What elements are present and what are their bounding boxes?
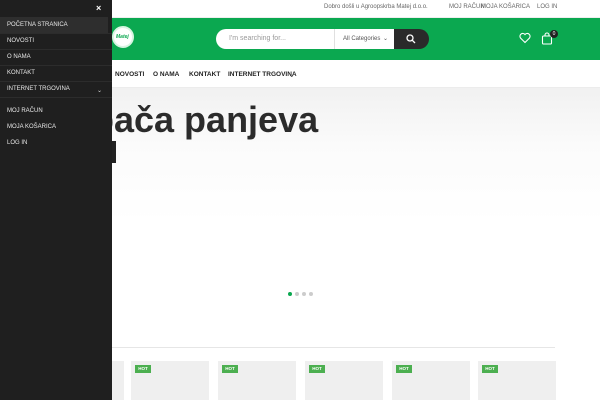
cart-count-badge: 0 [550, 30, 558, 38]
chevron-down-icon[interactable]: ⌄ [97, 87, 102, 94]
nav-item-o-nama[interactable]: O NAMA [153, 71, 179, 78]
nav-item-novosti[interactable]: NOVOSTI [115, 71, 144, 78]
top-link-login[interactable]: LOG IN [537, 4, 557, 10]
search-bar: I'm searching for... All Categories ⌄ [216, 29, 429, 49]
welcome-text: Dobro došli u Agroopskrba Matej d.o.o. [324, 4, 428, 10]
drawer-item-novosti[interactable]: NOVOSTI [0, 33, 108, 49]
hot-badge: HOT [396, 365, 412, 373]
close-icon[interactable]: × [96, 3, 101, 13]
section-divider [112, 347, 555, 348]
slider-dot-active[interactable] [288, 292, 292, 296]
hot-badge: HOT [482, 365, 498, 373]
site-logo[interactable]: Matej [112, 26, 134, 48]
drawer-item-moj-racun[interactable]: MOJ RAČUN [0, 103, 108, 119]
hot-badge: HOT [222, 365, 238, 373]
chevron-down-icon: ⌄ [289, 72, 295, 79]
search-input[interactable]: I'm searching for... [216, 29, 334, 49]
top-link-my-cart[interactable]: MOJA KOŠARICA [481, 4, 530, 10]
search-button[interactable] [394, 29, 429, 49]
nav-item-kontakt[interactable]: KONTAKT [189, 71, 220, 78]
drawer-item-kontakt[interactable]: KONTAKT [0, 65, 108, 81]
drawer-item-pocetna[interactable]: POČETNA STRANICA [0, 17, 108, 33]
category-select[interactable]: All Categories ⌄ [334, 29, 394, 49]
category-select-label: All Categories [343, 36, 381, 42]
chevron-down-icon: ⌄ [382, 36, 388, 42]
drawer-item-moja-kosarica[interactable]: MOJA KOŠARICA [0, 119, 108, 135]
divider [0, 97, 112, 98]
product-card[interactable] [112, 361, 124, 400]
wishlist-heart-icon[interactable] [519, 32, 531, 44]
drawer-item-internet-trgovina[interactable]: INTERNET TRGOVINA [0, 81, 108, 97]
top-link-my-account[interactable]: MOJ RAČUN [449, 4, 485, 10]
hero-title: pača panjeva [92, 99, 319, 140]
side-menu-drawer: × POČETNA STRANICA NOVOSTI O NAMA KONTAK… [0, 0, 112, 400]
slider-dot[interactable] [309, 292, 313, 296]
slider-dot[interactable] [302, 292, 306, 296]
search-icon [406, 34, 416, 44]
drawer-item-o-nama[interactable]: O NAMA [0, 49, 108, 65]
nav-item-internet-trgovina[interactable]: INTERNET TRGOVINA [228, 71, 297, 78]
slider-dot[interactable] [295, 292, 299, 296]
hot-badge: HOT [309, 365, 325, 373]
hot-badge: HOT [135, 365, 151, 373]
drawer-item-log-in[interactable]: LOG IN [0, 135, 108, 151]
